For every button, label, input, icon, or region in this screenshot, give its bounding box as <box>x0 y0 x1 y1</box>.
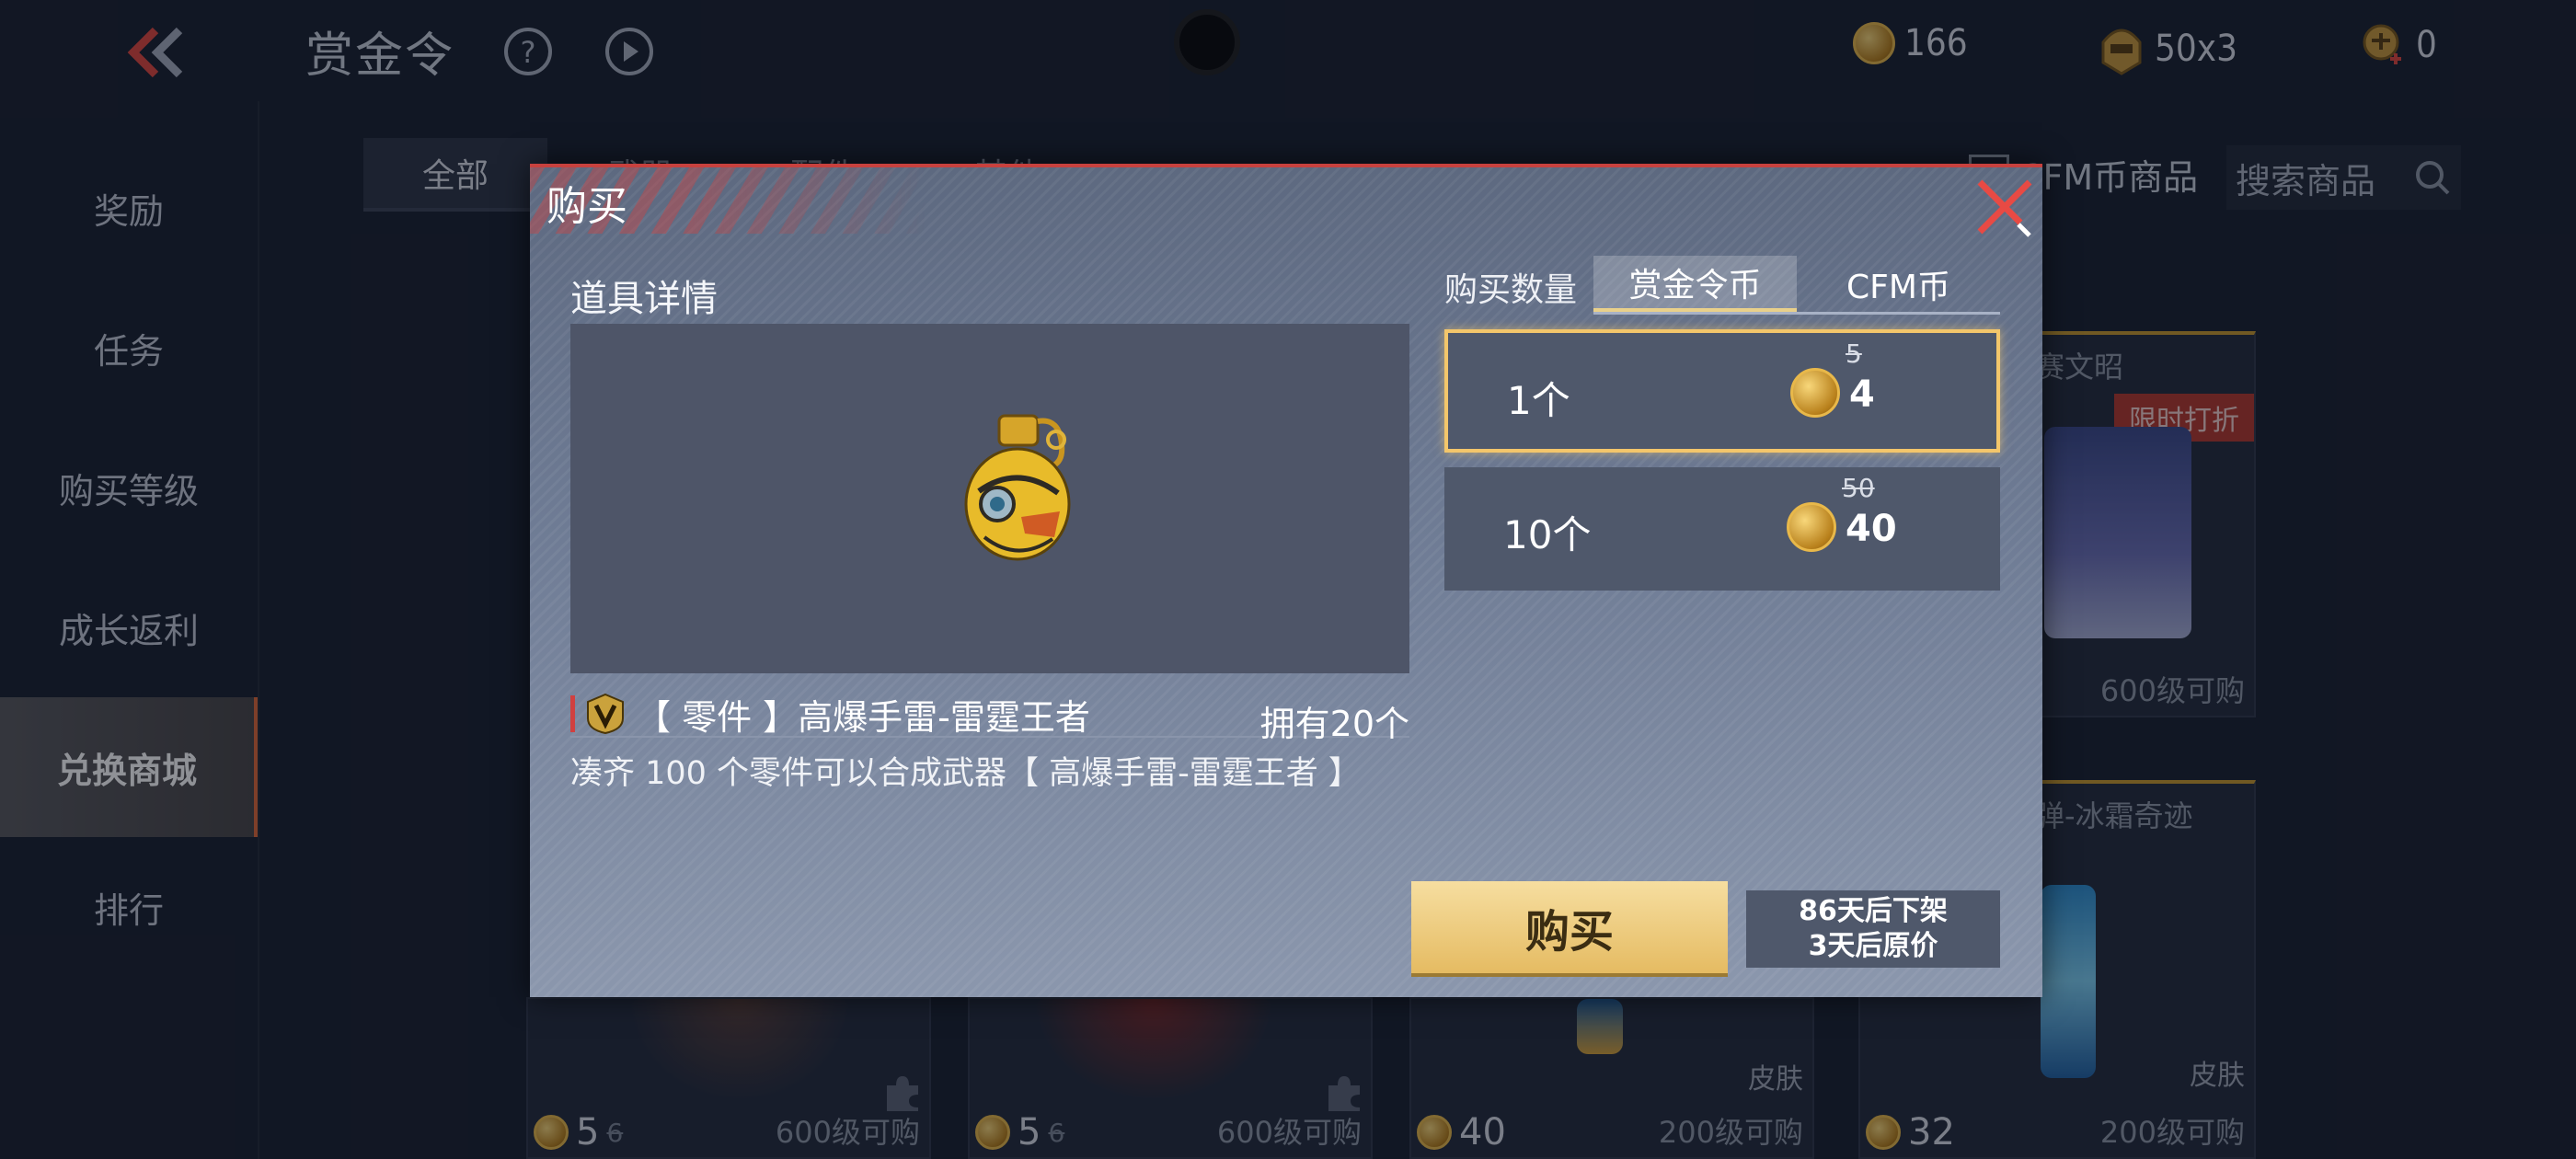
accent-bar <box>570 695 575 732</box>
bounty-coin-icon <box>1790 368 1840 418</box>
option-count: 10个 <box>1503 512 1592 557</box>
item-detail-heading: 道具详情 <box>570 278 718 320</box>
expiry-notice: 86天后下架 3天后原价 <box>1746 890 2000 968</box>
buy-button[interactable]: 购买 <box>1411 881 1728 973</box>
item-info-row: 【 零件 】高爆手雷-雷霆王者 拥有20个 <box>570 692 1409 744</box>
tab-bounty-coin[interactable]: 赏金令币 <box>1593 256 1797 312</box>
quantity-label: 购买数量 <box>1444 271 1578 309</box>
original-price: 50 <box>1842 473 1875 503</box>
original-price: 5 <box>1846 339 1862 369</box>
price-restore-line: 3天后原价 <box>1808 930 1938 962</box>
discount-price: 4 <box>1849 373 1875 416</box>
tab-cfm-coin[interactable]: CFM币 <box>1797 256 2000 312</box>
dialog-header: 购买 <box>530 167 2042 237</box>
rank-v-badge-icon <box>587 693 624 735</box>
item-description: 凑齐 100 个零件可以合成武器【 高爆手雷-雷霆王者 】 <box>570 755 1361 792</box>
option-count: 1个 <box>1507 378 1570 423</box>
grenade-image <box>964 414 1071 561</box>
item-preview <box>570 324 1409 673</box>
bounty-coin-icon <box>1787 502 1836 552</box>
close-icon[interactable] <box>1972 175 2037 239</box>
dialog-title: 购买 <box>546 183 627 230</box>
quantity-option-1[interactable]: 1个 5 4 <box>1444 329 2000 453</box>
discount-price: 40 <box>1846 508 1897 550</box>
currency-tabs: 赏金令币 CFM币 <box>1593 256 2000 315</box>
owned-count: 拥有20个 <box>1259 704 1409 744</box>
item-name: 【 零件 】高爆手雷-雷霆王者 <box>636 696 1090 738</box>
expiry-line: 86天后下架 <box>1799 895 1948 927</box>
purchase-dialog: 购买 道具详情 【 零件 】高爆手雷-雷霆王者 拥有20个 凑齐 100 个零件… <box>530 164 2042 997</box>
quantity-option-10[interactable]: 10个 50 40 <box>1444 467 2000 591</box>
